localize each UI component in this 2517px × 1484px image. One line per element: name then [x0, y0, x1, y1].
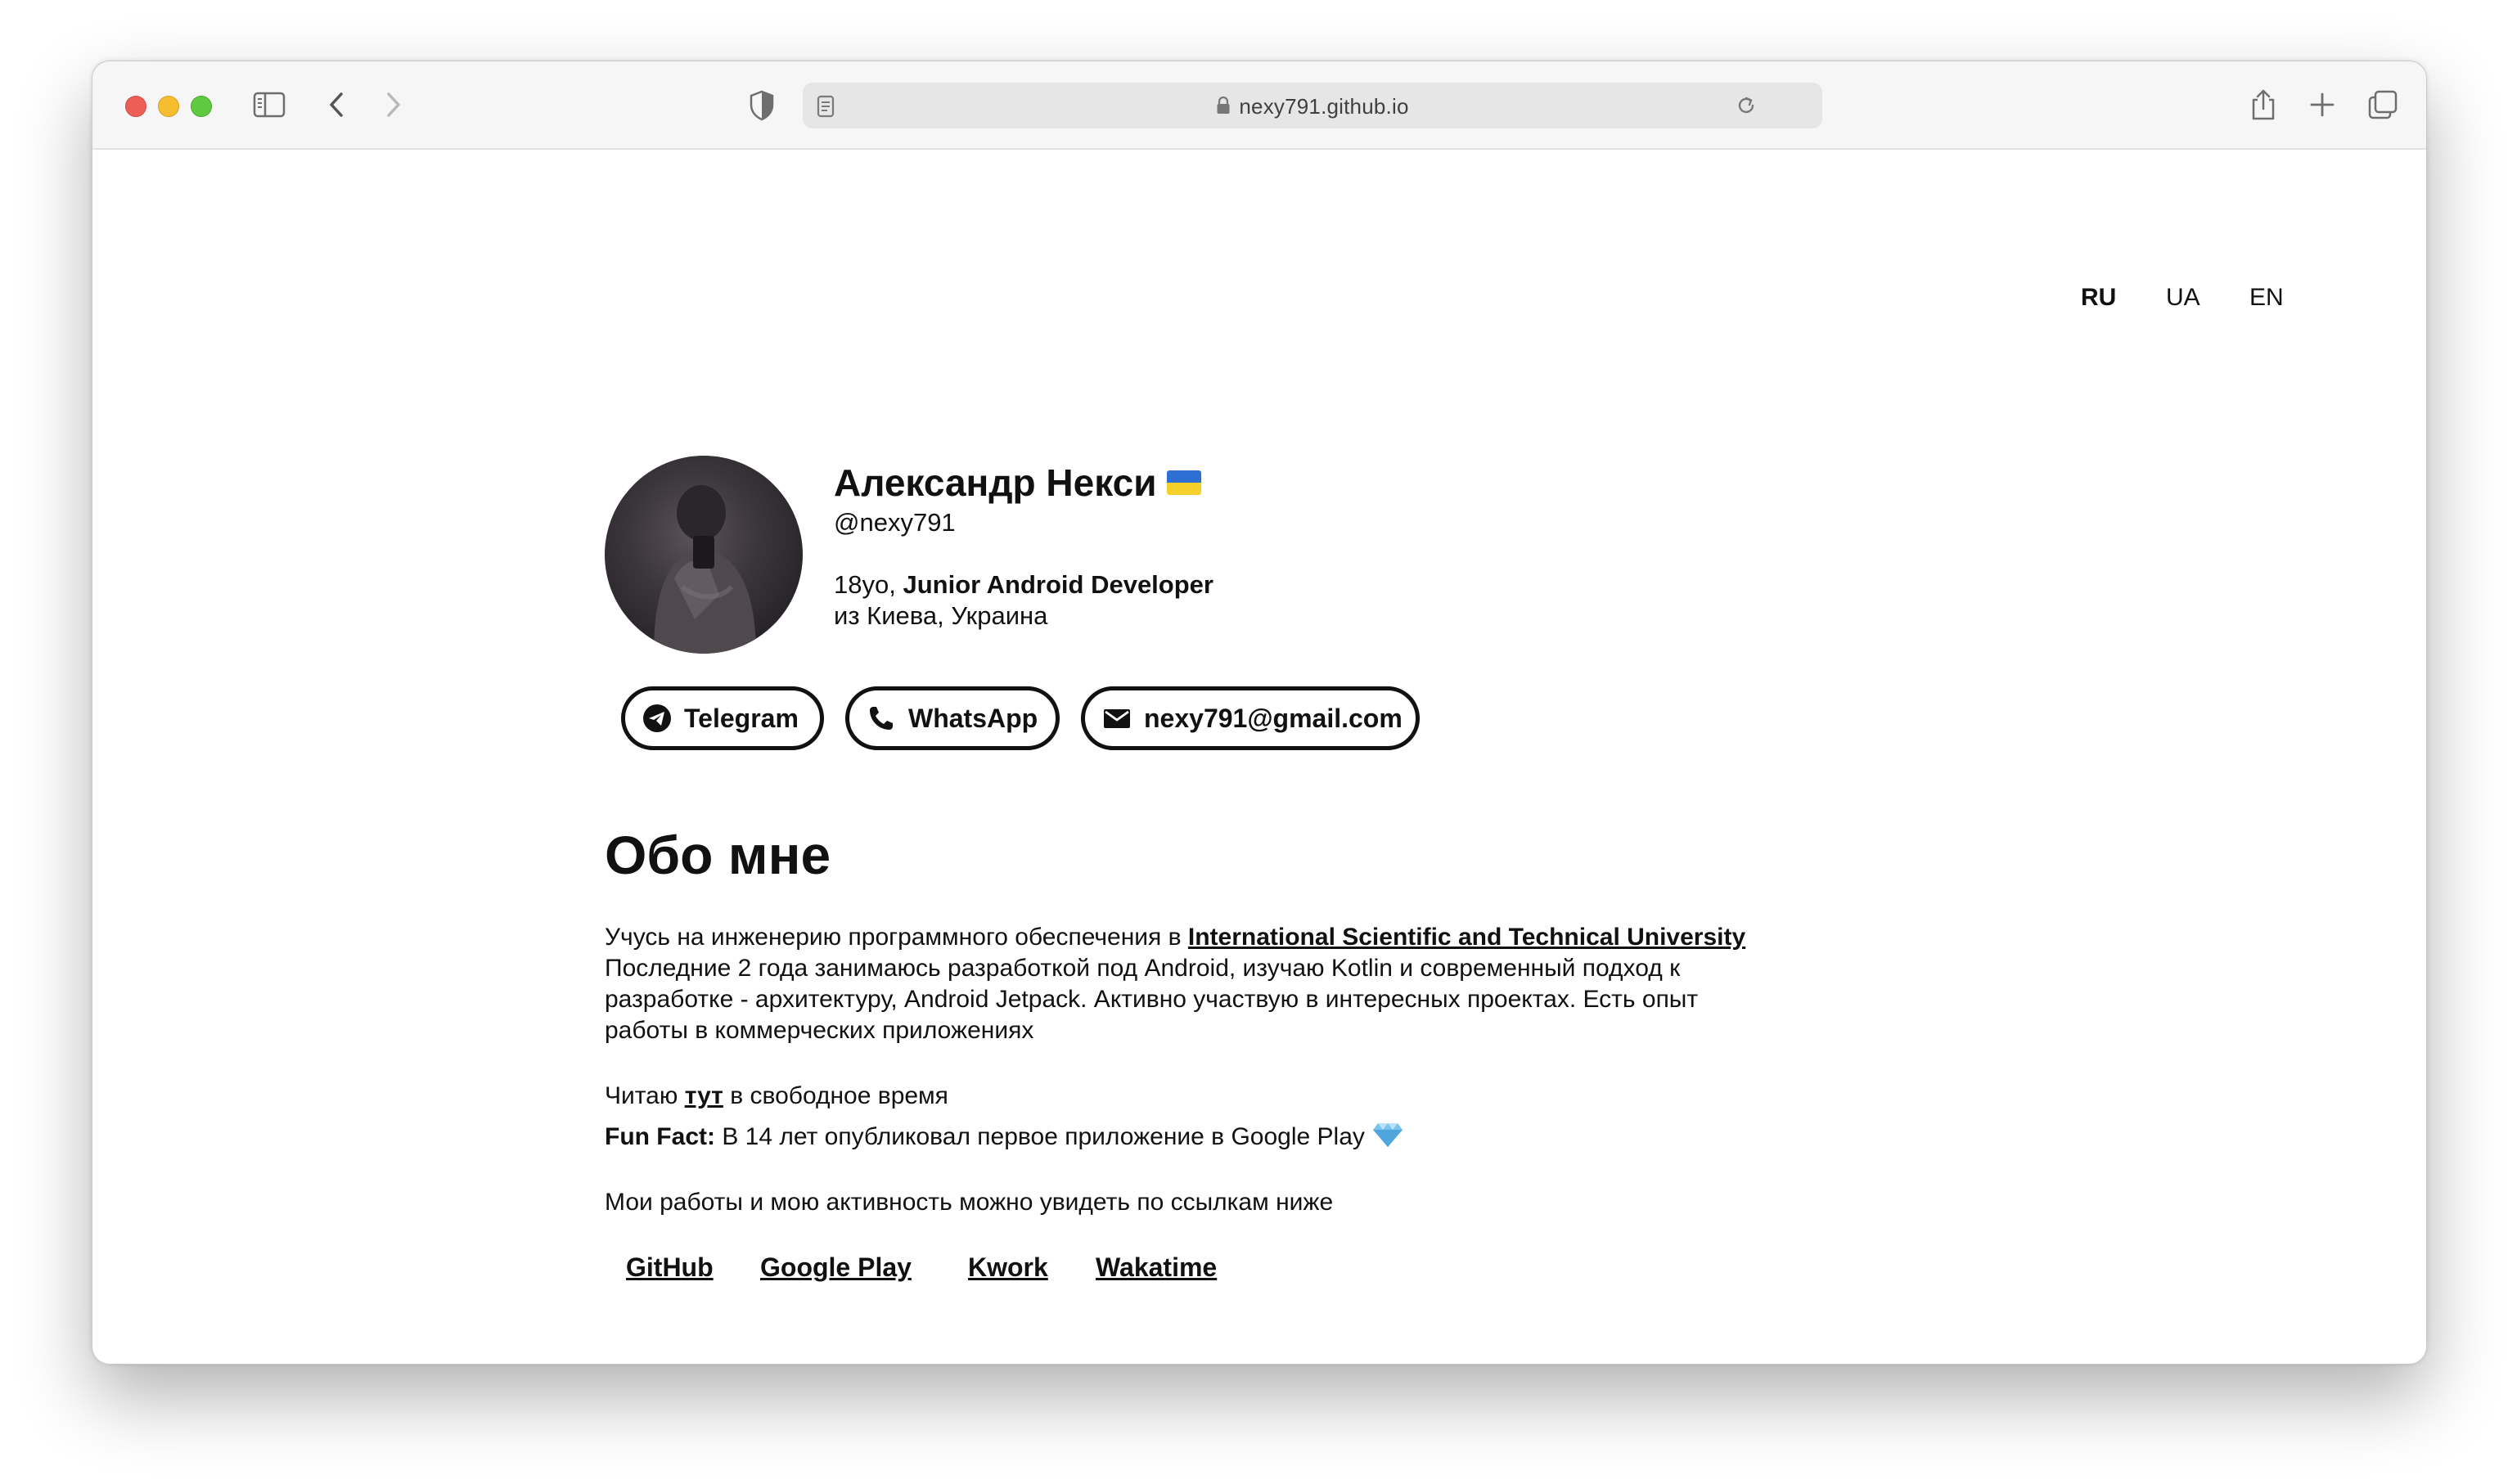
email-label: nexy791@gmail.com — [1144, 703, 1403, 733]
gem-icon — [1371, 1120, 1404, 1158]
fun-fact-label: Fun Fact: — [605, 1123, 715, 1150]
url-display[interactable]: nexy791.github.io — [803, 94, 1822, 119]
share-icon[interactable] — [2249, 88, 2277, 122]
email-button[interactable]: nexy791@gmail.com — [1081, 686, 1420, 750]
profile-role: Junior Android Developer — [903, 570, 1213, 599]
forward-icon[interactable] — [384, 89, 403, 120]
sidebar-icon[interactable] — [253, 91, 286, 119]
about-line-2: Последние 2 года занимаюсь разработкой п… — [605, 955, 1681, 982]
url-text: nexy791.github.io — [1239, 94, 1409, 119]
reload-icon[interactable] — [1734, 93, 1758, 118]
about-line-1-text: Учусь на инженерию программного обеспече… — [605, 924, 1188, 951]
about-line-4: работы в коммерческих приложениях — [605, 1017, 1034, 1044]
ukraine-flag-icon — [1166, 470, 1201, 495]
whatsapp-button[interactable]: WhatsApp — [845, 686, 1060, 750]
reading-prefix: Читаю — [605, 1082, 685, 1109]
lang-en[interactable]: EN — [2249, 284, 2284, 312]
fun-fact-text: В 14 лет опубликовал первое приложение в… — [715, 1123, 1372, 1150]
lang-ua[interactable]: UA — [2166, 284, 2200, 312]
reading-suffix: в свободное время — [723, 1082, 948, 1109]
address-bar[interactable]: nexy791.github.io — [803, 83, 1822, 128]
university-link[interactable]: International Scientific and Technical U… — [1188, 924, 1745, 951]
profile-handle: @nexy791 — [834, 508, 956, 537]
telegram-button[interactable]: Telegram — [621, 686, 824, 750]
about-line-1: Учусь на инженерию программного обеспече… — [605, 922, 1914, 953]
browser-toolbar: nexy791.github.io — [92, 61, 2426, 150]
minimize-window-button[interactable] — [158, 96, 179, 117]
privacy-shield-icon[interactable] — [749, 89, 775, 122]
about-paragraph: Учусь на инженерию программного обеспече… — [605, 922, 1914, 1046]
phone-icon — [866, 703, 897, 734]
kwork-link[interactable]: Kwork — [968, 1252, 1048, 1283]
about-heading: Обо мне — [605, 825, 831, 885]
back-icon[interactable] — [326, 89, 346, 120]
telegram-icon — [642, 703, 673, 734]
reading-line: Читаю тут в свободное время — [605, 1081, 1914, 1112]
about-line-3: разработке - архитектуру, Android Jetpac… — [605, 986, 1699, 1013]
zoom-window-button[interactable] — [191, 96, 212, 117]
lang-ru[interactable]: RU — [2081, 284, 2116, 312]
tab-overview-icon[interactable] — [2367, 89, 2398, 120]
close-window-button[interactable] — [125, 96, 146, 117]
whatsapp-label: WhatsApp — [908, 703, 1038, 733]
github-link[interactable]: GitHub — [626, 1252, 714, 1283]
works-line: Мои работы и мою активность можно увидет… — [605, 1189, 1334, 1216]
profile-name: Александр Некси — [834, 461, 1201, 505]
profile-name-text: Александр Некси — [834, 461, 1157, 504]
reading-link[interactable]: тут — [685, 1082, 723, 1109]
lock-icon — [1216, 96, 1231, 115]
mail-icon — [1101, 703, 1132, 734]
avatar — [605, 456, 803, 654]
new-tab-icon[interactable] — [2308, 91, 2336, 119]
browser-window: nexy791.github.io RU UA EN Александр Нек… — [92, 61, 2427, 1365]
wakatime-link[interactable]: Wakatime — [1096, 1252, 1217, 1283]
telegram-label: Telegram — [684, 703, 799, 733]
profile-age-role: 18yo, Junior Android Developer — [834, 570, 1213, 600]
profile-age: 18yo, — [834, 570, 896, 599]
fun-fact-line: Fun Fact: В 14 лет опубликовал первое пр… — [605, 1120, 1914, 1158]
google-play-link[interactable]: Google Play — [760, 1252, 912, 1283]
profile-location: из Киева, Украина — [834, 601, 1048, 630]
